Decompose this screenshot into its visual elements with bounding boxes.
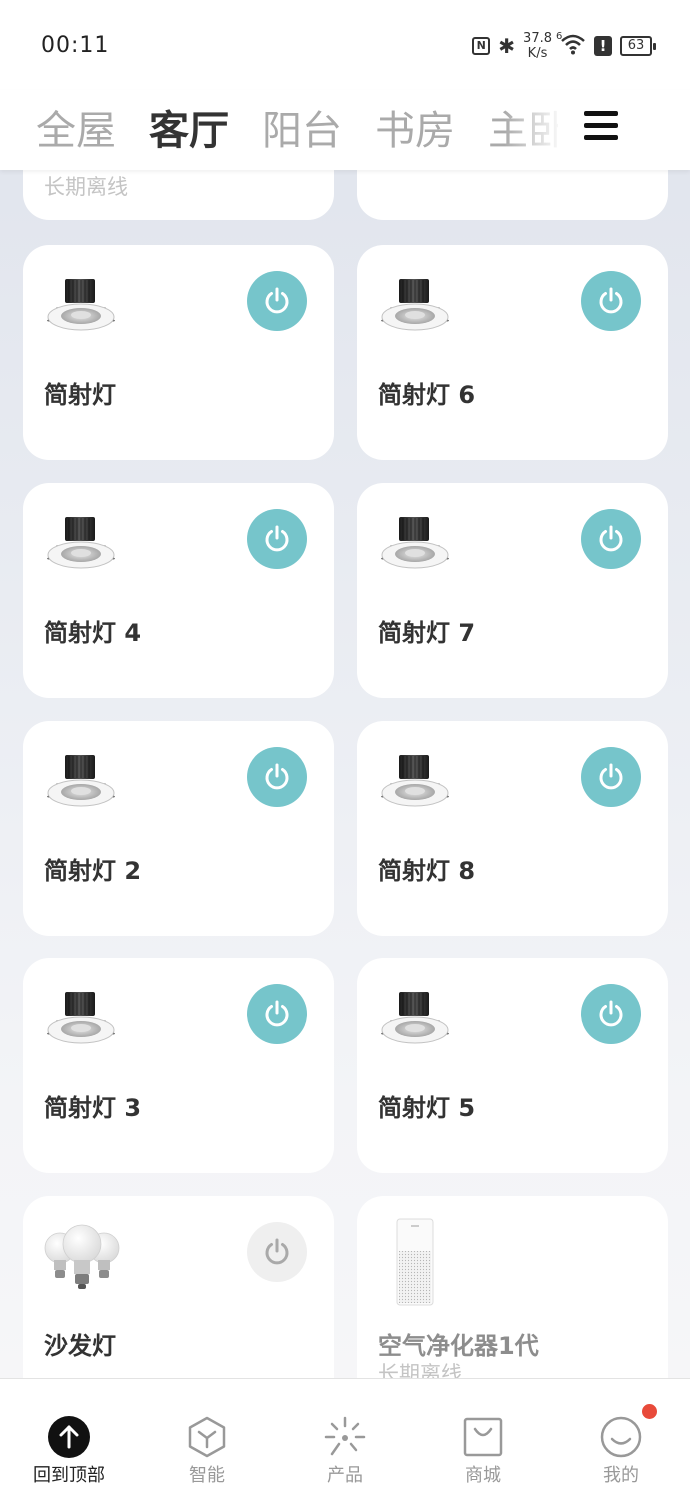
device-name: 空气净化器1代 [378,1332,539,1360]
device-grid: 长期离线 简射灯 简射灯 6 简射灯 4 简射灯 7 简射灯 2 简射灯 8 简… [0,0,690,1378]
nav-products[interactable]: 产品 [276,1379,414,1509]
arrow-up-icon [48,1416,90,1458]
downlight-icon [43,988,119,1058]
nav-label: 智能 [189,1465,225,1486]
power-button[interactable] [247,984,307,1044]
nav-label: 产品 [327,1465,363,1486]
power-button[interactable] [581,271,641,331]
wifi-indicator: 6 [556,31,586,59]
network-speed-value: 37.8 [523,31,552,46]
downlight-icon [43,751,119,821]
downlight-icon [377,751,453,821]
power-button[interactable] [247,509,307,569]
smart-cube-icon [188,1416,226,1458]
nfc-icon: N [472,37,491,55]
power-icon [261,523,293,555]
nav-smart[interactable]: 智能 [138,1379,276,1509]
device-name: 简射灯 6 [378,381,476,409]
device-name: 简射灯 5 [378,1094,476,1122]
device-name: 简射灯 7 [378,619,476,647]
battery-icon: 63 [620,36,656,56]
status-icons: N ✱ 37.8 K/s 6 ! 63 [472,28,656,64]
power-button[interactable] [247,747,307,807]
bluetooth-icon: ✱ [498,34,516,58]
downlight-icon [377,513,453,583]
downlight-icon [43,275,119,345]
nav-label: 我的 [603,1465,639,1486]
device-status: 长期离线 [378,1362,462,1378]
device-name: 简射灯 [44,381,116,409]
wifi-icon [561,34,585,55]
device-name: 简射灯 8 [378,857,476,885]
network-speed: 37.8 K/s [523,31,552,61]
notification-badge [642,1404,657,1419]
network-speed-unit: K/s [527,46,548,61]
nav-profile[interactable]: 我的 [552,1379,690,1509]
tab-overflow: 主卧 [488,90,558,170]
alert-icon: ! [594,36,612,56]
downlight-icon [43,513,119,583]
power-button[interactable] [247,271,307,331]
tab-all-rooms[interactable]: 全屋 [36,98,116,156]
power-button[interactable] [581,747,641,807]
profile-smile-icon [600,1416,642,1458]
status-bar: 00:11 N ✱ 37.8 K/s 6 ! 63 [0,0,690,90]
power-icon [261,1236,293,1268]
nav-label: 回到顶部 [33,1465,105,1486]
power-icon [261,285,293,317]
status-time: 00:11 [41,33,110,58]
power-button[interactable] [581,509,641,569]
device-name: 简射灯 4 [44,619,142,647]
menu-icon[interactable] [584,111,618,141]
shop-bag-icon [463,1417,503,1457]
device-card[interactable]: 简射灯 5 [357,958,668,1173]
power-icon [595,998,627,1030]
device-status: 长期离线 [44,175,128,199]
device-card[interactable]: 沙发灯 [23,1196,334,1378]
device-card[interactable]: 简射灯 3 [23,958,334,1173]
device-name: 沙发灯 [44,1332,116,1360]
tab-balcony[interactable]: 阳台 [262,98,342,156]
bulbs-icon [44,1224,120,1289]
product-spark-icon [324,1416,366,1456]
nav-label: 商城 [465,1465,501,1486]
tab-living-room[interactable]: 客厅 [149,98,229,156]
device-card[interactable]: 简射灯 8 [357,721,668,936]
bottom-nav: 回到顶部 智能 产品 商城 我的 [0,1378,690,1509]
wifi-superscript: 6 [556,31,563,42]
power-icon [261,998,293,1030]
downlight-icon [377,275,453,345]
device-card[interactable]: 简射灯 7 [357,483,668,698]
device-card[interactable]: 简射灯 4 [23,483,334,698]
device-card[interactable]: 简射灯 6 [357,245,668,460]
room-tabs: 全屋 客厅 阳台 书房 主卧 [0,90,690,170]
power-icon [261,761,293,793]
device-card[interactable]: 简射灯 [23,245,334,460]
power-button[interactable] [247,1222,307,1282]
nav-back-to-top[interactable]: 回到顶部 [0,1379,138,1509]
power-icon [595,761,627,793]
nav-shop[interactable]: 商城 [414,1379,552,1509]
power-icon [595,285,627,317]
tab-study[interactable]: 书房 [375,98,455,156]
device-name: 简射灯 2 [44,857,142,885]
power-icon [595,523,627,555]
device-card[interactable]: 空气净化器1代 长期离线 [357,1196,668,1378]
power-button[interactable] [581,984,641,1044]
device-card[interactable]: 简射灯 2 [23,721,334,936]
device-name: 简射灯 3 [44,1094,142,1122]
tab-master-bedroom[interactable]: 主卧 [488,98,558,156]
downlight-icon [377,988,453,1058]
air-purifier-icon [396,1218,434,1306]
